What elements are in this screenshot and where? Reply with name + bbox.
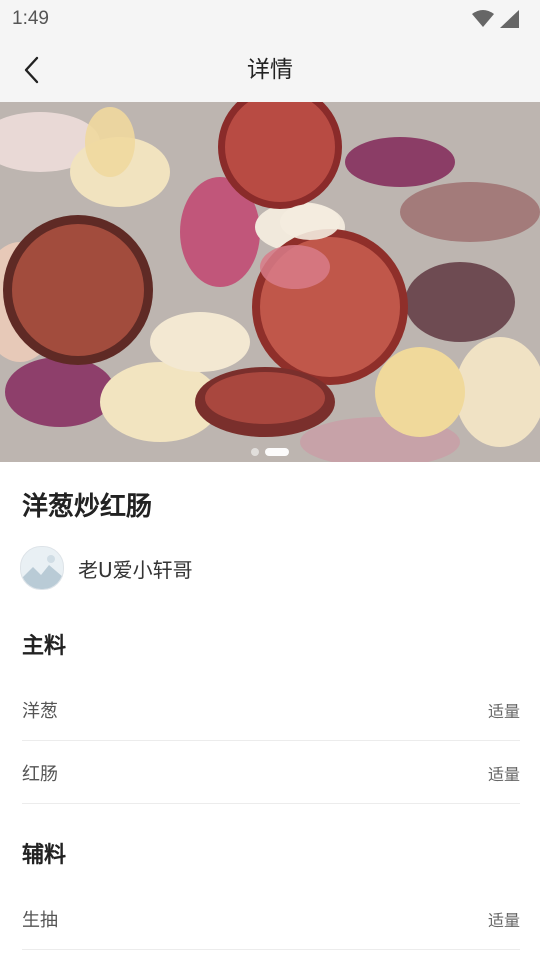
ingredient-row: 生抽 适量 <box>22 888 520 950</box>
ingredient-name: 洋葱 <box>22 700 58 722</box>
ingredient-quantity: 适量 <box>487 701 520 721</box>
carousel-indicator <box>0 448 540 456</box>
ingredient-name: 红肠 <box>22 763 58 785</box>
page-title: 详情 <box>247 57 293 83</box>
status-icons <box>472 10 520 28</box>
carousel-dot-active <box>265 448 289 456</box>
avatar-image <box>21 547 63 589</box>
ingredient-quantity: 适量 <box>487 910 520 930</box>
wifi-icon <box>472 10 494 27</box>
status-time: 1:49 <box>12 8 49 29</box>
status-bar: 1:49 <box>0 0 540 38</box>
side-ingredients-title: 辅料 <box>22 843 67 868</box>
ingredient-name: 生抽 <box>22 909 58 931</box>
ingredient-quantity: 适量 <box>487 764 520 784</box>
ingredient-row: 红肠 适量 <box>22 742 520 804</box>
recipe-photo <box>0 102 540 462</box>
author-name[interactable]: 老U爱小轩哥 <box>78 554 193 583</box>
signal-icon <box>500 10 519 28</box>
back-button[interactable] <box>14 52 50 88</box>
recipe-image-carousel[interactable] <box>0 102 540 462</box>
avatar[interactable] <box>20 546 64 590</box>
author-info[interactable]: 老U爱小轩哥 <box>20 546 193 590</box>
recipe-title: 洋葱炒红肠 <box>22 492 153 522</box>
chevron-left-icon <box>24 56 39 84</box>
navigation-bar: 详情 <box>0 38 540 102</box>
main-ingredients-title: 主料 <box>22 634 67 659</box>
ingredient-row: 洋葱 适量 <box>22 679 520 741</box>
carousel-dot <box>251 448 259 456</box>
